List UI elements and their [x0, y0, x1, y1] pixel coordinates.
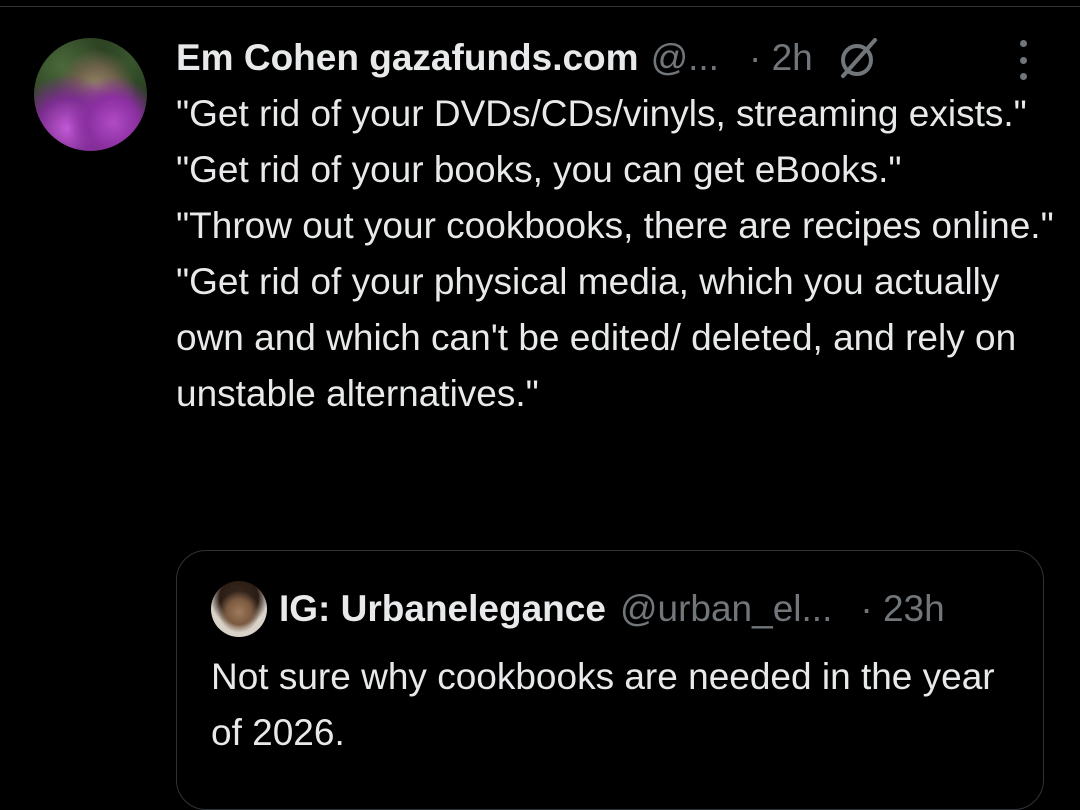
post-line: "Throw out your cookbooks, there are rec… — [176, 205, 1054, 246]
post-line: "Get rid of your DVDs/CDs/vinyls, stream… — [176, 93, 1027, 134]
quoted-author-avatar[interactable] — [211, 581, 267, 637]
author-handle[interactable]: @... — [651, 37, 719, 79]
more-options-icon[interactable] — [1012, 40, 1034, 80]
quoted-author-handle[interactable]: @urban_el... — [620, 588, 832, 630]
post-line: "Get rid of your books, you can get eBoo… — [176, 149, 902, 190]
post-line: "Get rid of your physical media, which y… — [176, 261, 1017, 414]
quoted-post-text: Not sure why cookbooks are needed in the… — [211, 656, 995, 753]
top-divider — [0, 6, 1080, 7]
quoted-post-card[interactable]: IG: Urbanelegance @urban_el... · 23h Not… — [176, 550, 1044, 810]
post-header: Em Cohen gazafunds.com @... · 2h — [176, 30, 1056, 86]
quoted-post-header: IG: Urbanelegance @urban_el... · 23h — [279, 579, 945, 639]
author-avatar[interactable] — [34, 38, 147, 151]
grok-icon[interactable] — [835, 34, 883, 82]
author-name[interactable]: Em Cohen gazafunds.com — [176, 37, 639, 79]
quoted-post-timestamp[interactable]: · 23h — [860, 588, 944, 630]
post-text: "Get rid of your DVDs/CDs/vinyls, stream… — [176, 86, 1066, 422]
post-timestamp[interactable]: · 2h — [749, 37, 813, 79]
quoted-author-name[interactable]: IG: Urbanelegance — [279, 588, 606, 630]
